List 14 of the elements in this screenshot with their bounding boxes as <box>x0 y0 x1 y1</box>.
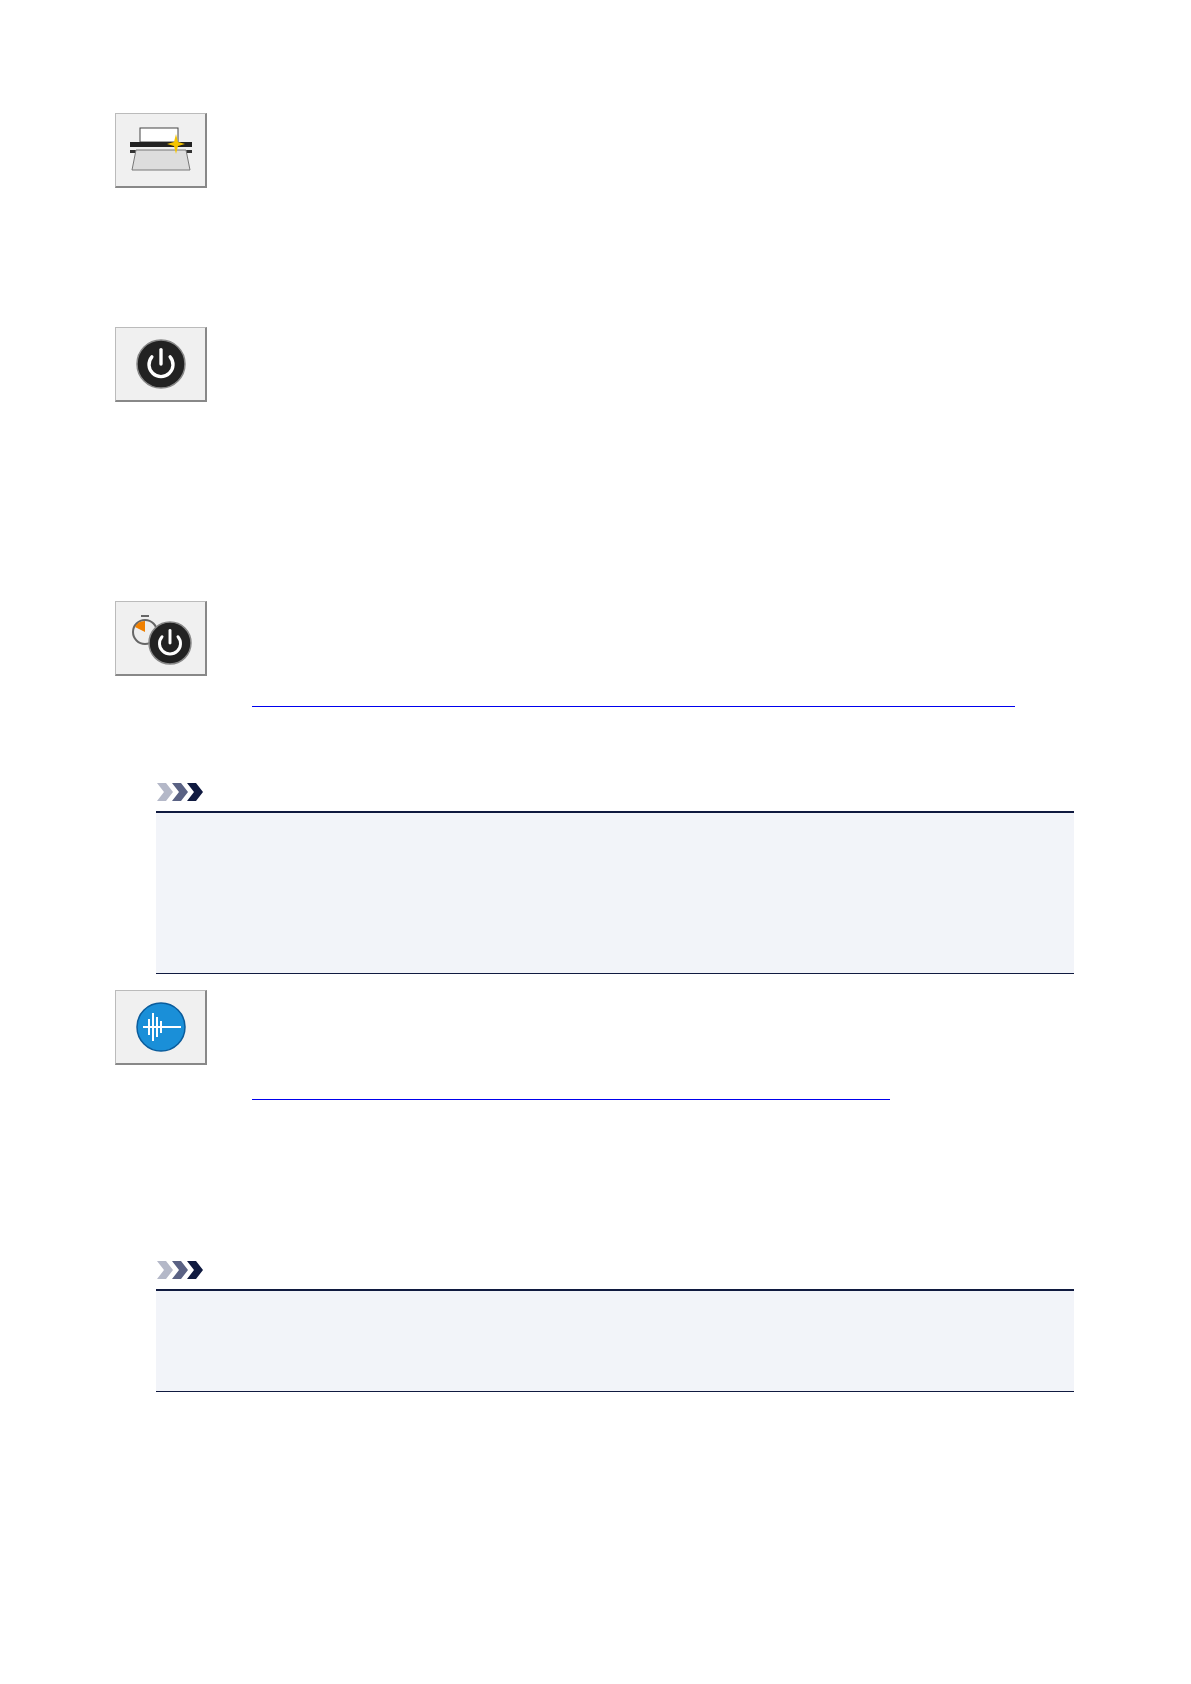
icon-button[interactable] <box>115 113 207 188</box>
link-underline[interactable] <box>805 706 1015 707</box>
waveform-icon <box>134 1001 187 1053</box>
link-underline[interactable] <box>805 1099 890 1100</box>
link-underline[interactable] <box>413 706 805 707</box>
power-icon <box>134 338 187 390</box>
link-underline[interactable] <box>252 706 413 707</box>
printer-sparkle-icon <box>127 126 194 174</box>
icon-button[interactable] <box>115 601 207 676</box>
icon-button[interactable] <box>115 327 207 402</box>
chevrons-icon <box>157 783 204 801</box>
chevrons-icon <box>157 1261 204 1279</box>
link-underline[interactable] <box>252 1099 415 1100</box>
link-underline[interactable] <box>415 1099 805 1100</box>
